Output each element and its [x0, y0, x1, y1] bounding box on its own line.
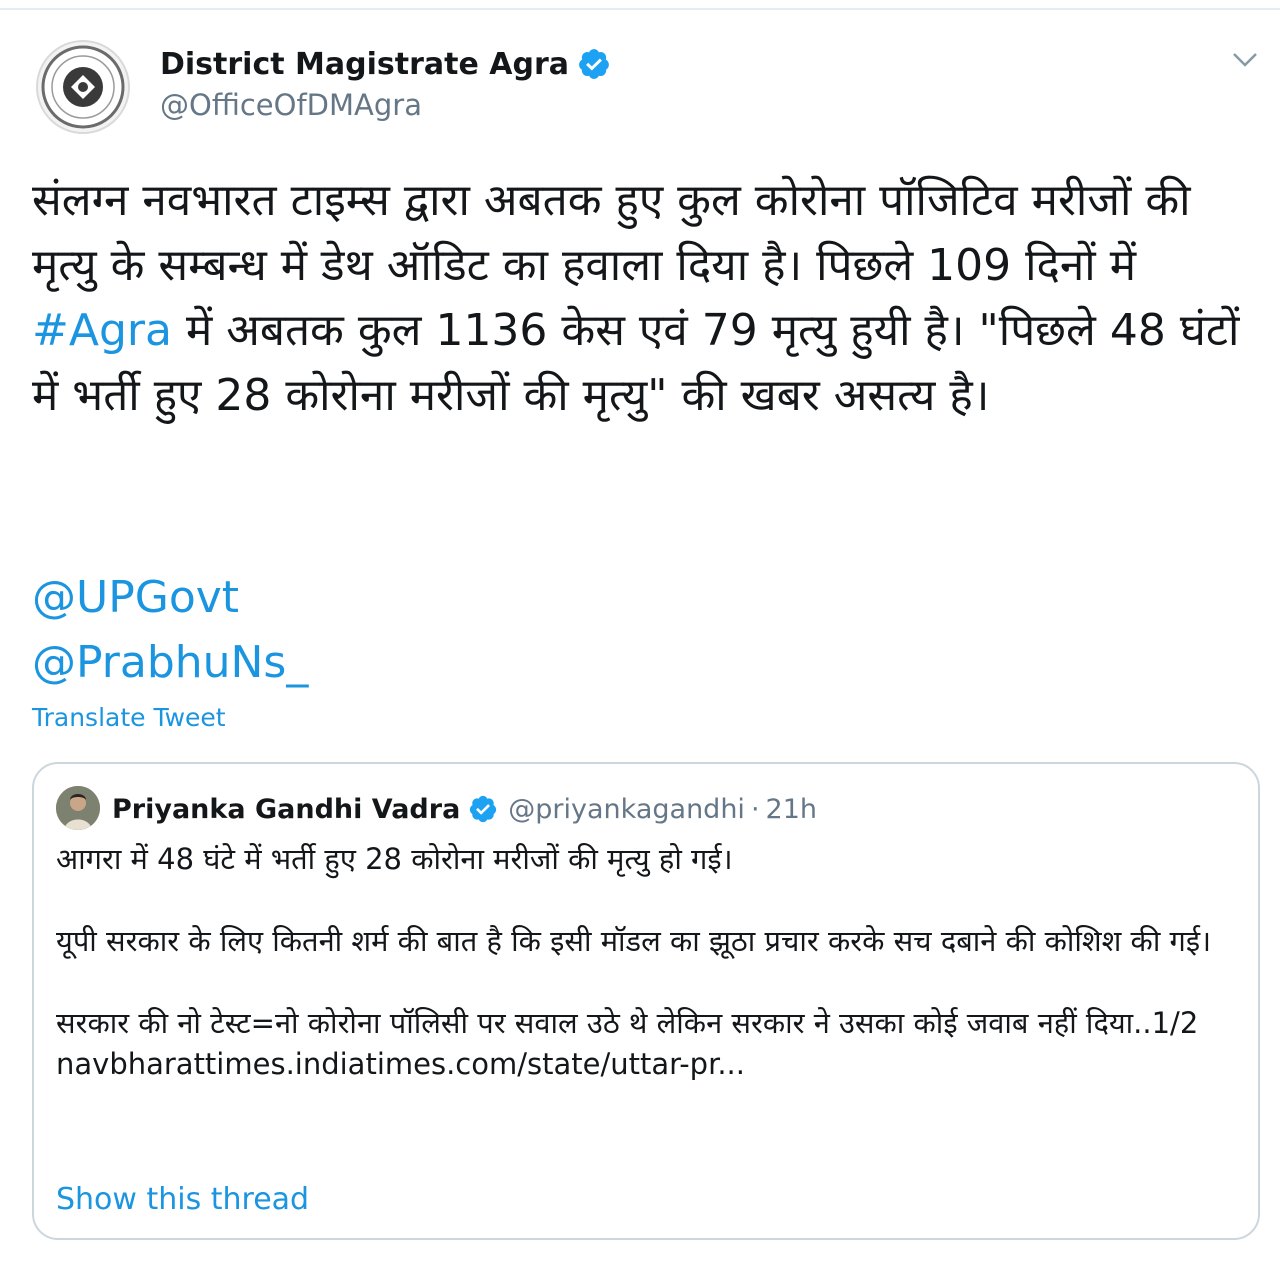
mentions-block: @UPGovt @PrabhuNs_ — [32, 565, 308, 695]
quoted-paragraph: सरकार की नो टेस्ट=नो कोरोना पॉलिसी पर सव… — [56, 1006, 1199, 1040]
tweet-text-part2: में अबतक कुल 1136 केस एवं 79 मृत्यु हुयी… — [32, 305, 1240, 421]
quoted-author-handle[interactable]: @priyankagandhi — [508, 794, 745, 825]
quoted-author-avatar[interactable] — [56, 786, 100, 830]
quoted-paragraph: यूपी सरकार के लिए कितनी शर्म की बात है क… — [56, 924, 1212, 958]
author-handle[interactable]: @OfficeOfDMAgra — [160, 88, 422, 122]
hashtag-link[interactable]: #Agra — [32, 305, 172, 356]
top-divider — [0, 8, 1280, 10]
quoted-author-name[interactable]: Priyanka Gandhi Vadra — [112, 794, 460, 825]
quoted-timestamp[interactable]: 21h — [766, 794, 817, 825]
verified-badge-icon — [579, 49, 609, 79]
quoted-author-row: Priyanka Gandhi Vadra @priyankagandhi · … — [112, 786, 817, 832]
emblem-seal-icon — [41, 45, 125, 129]
chevron-down-icon[interactable] — [1230, 48, 1260, 72]
profile-photo-icon — [56, 786, 100, 830]
mention-link-prabhuns[interactable]: @PrabhuNs_ — [32, 630, 308, 695]
translate-tweet-link[interactable]: Translate Tweet — [32, 703, 226, 732]
author-name-row[interactable]: District Magistrate Agra — [160, 44, 611, 84]
quoted-tweet-text: आगरा में 48 घंटे में भर्ती हुए 28 कोरोना… — [56, 839, 1236, 1085]
tweet-text-part1: संलग्न नवभारत टाइम्स द्वारा अबतक हुए कुल… — [32, 175, 1191, 291]
verified-badge-icon — [470, 795, 497, 823]
show-thread-link[interactable]: Show this thread — [56, 1182, 309, 1217]
quoted-paragraph: आगरा में 48 घंटे में भर्ती हुए 28 कोरोना… — [56, 842, 733, 876]
mention-link-upgovt[interactable]: @UPGovt — [32, 565, 308, 630]
quoted-url-link[interactable]: navbharattimes.indiatimes.com/state/utta… — [56, 1044, 1236, 1085]
dot-separator: · — [750, 793, 760, 825]
author-avatar[interactable] — [36, 40, 130, 134]
tweet-text: संलग्न नवभारत टाइम्स द्वारा अबतक हुए कुल… — [32, 168, 1247, 428]
quoted-tweet-card[interactable]: Priyanka Gandhi Vadra @priyankagandhi · … — [32, 762, 1260, 1240]
author-display-name[interactable]: District Magistrate Agra — [160, 47, 569, 82]
